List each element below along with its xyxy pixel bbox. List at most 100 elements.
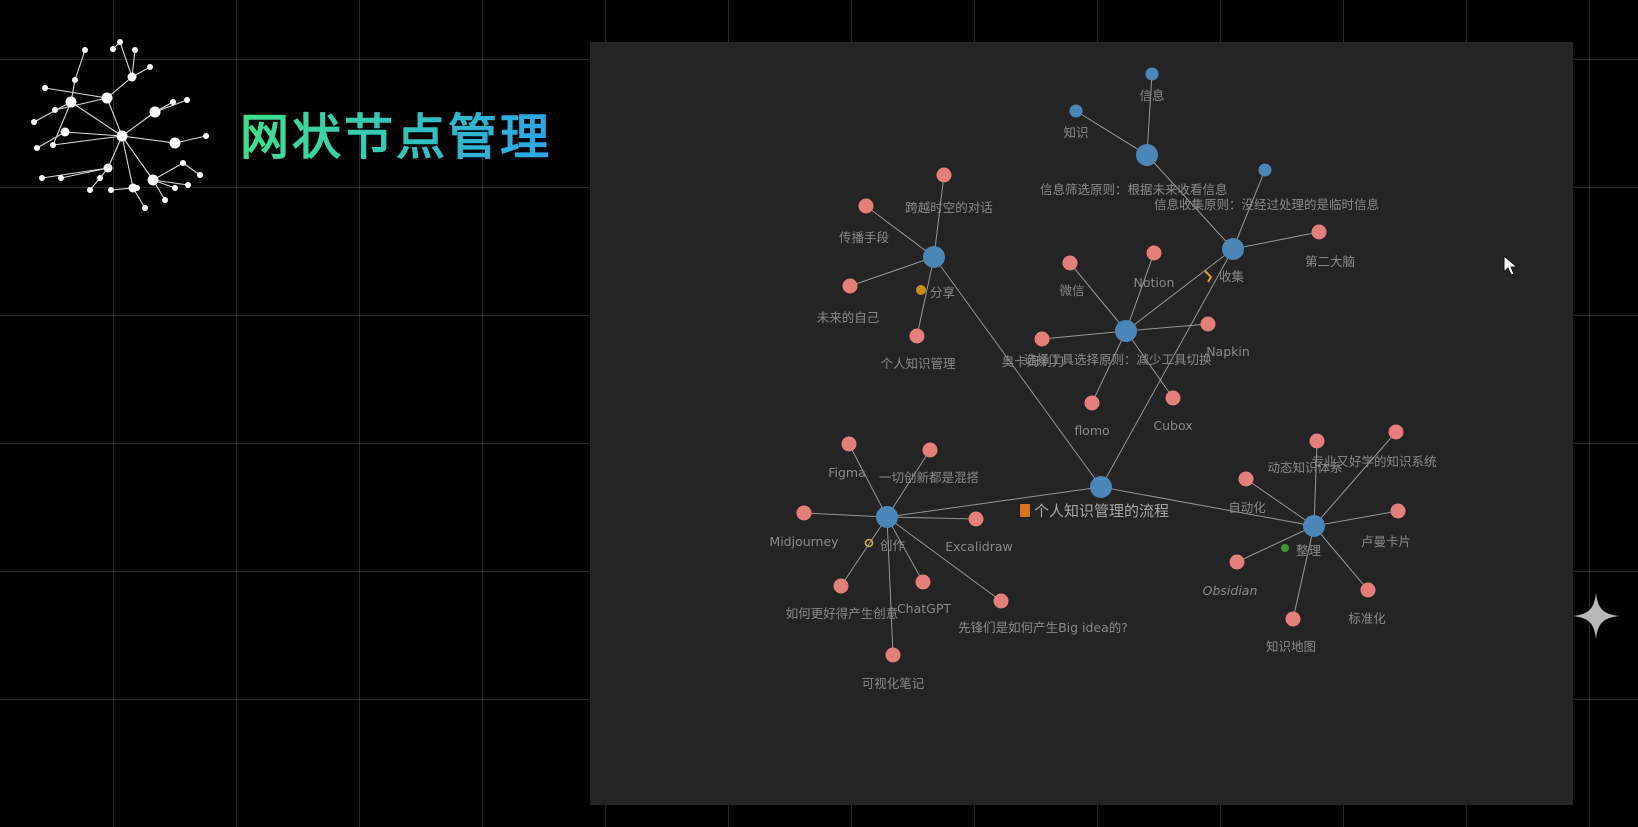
bulb-icon <box>864 538 874 548</box>
graph-node-circle[interactable] <box>1136 144 1158 166</box>
graph-node-circle[interactable] <box>909 328 925 344</box>
graph-edge <box>1313 510 1399 527</box>
graph-node-midjourney[interactable]: Midjourney <box>769 505 839 550</box>
graph-node-circle[interactable] <box>922 442 938 458</box>
graph-node-circle[interactable] <box>1390 503 1406 519</box>
graph-node-label: 信息收集原则：没经过处理的是临时信息 <box>1154 197 1379 212</box>
graph-node-circle[interactable] <box>841 436 857 452</box>
graph-node-circle[interactable] <box>936 167 952 183</box>
sparkle-icon <box>1573 593 1619 639</box>
graph-node-label: 知识 <box>1063 125 1088 140</box>
graph-node-circle[interactable] <box>1309 433 1325 449</box>
mouse-cursor-icon <box>1503 255 1519 276</box>
graph-node-circle[interactable] <box>923 246 945 268</box>
graph-node-knowledge[interactable]: 知识 <box>1063 104 1089 141</box>
graph-node-circle[interactable] <box>842 278 858 294</box>
graph-node-big-idea[interactable]: 先锋们是如何产生Big idea的? <box>958 593 1128 636</box>
graph-node-circle[interactable] <box>1303 515 1325 537</box>
knowledge-graph[interactable]: 个人知识管理的流程收集选择工具选择原则：减少工具切换分享创作 整理信息筛选原则：根… <box>590 42 1573 805</box>
graph-node-cubox[interactable]: Cubox <box>1153 390 1193 434</box>
graph-node-chatgpt[interactable]: ChatGPT <box>897 574 951 617</box>
graph-node-napkin[interactable]: Napkin <box>1200 316 1250 360</box>
graph-node-circle[interactable] <box>876 506 898 528</box>
graph-node-label: 个人知识管理 <box>880 356 956 371</box>
graph-node-label: Obsidian <box>1203 583 1258 598</box>
graph-node-circle[interactable] <box>1146 245 1162 261</box>
graph-node-share[interactable]: 分享 <box>916 246 955 300</box>
graph-node-mindmap[interactable]: 知识地图 <box>1266 611 1316 655</box>
graph-edge <box>1292 525 1315 620</box>
graph-node-remix[interactable]: 一切创新都是混搭 <box>879 442 980 486</box>
note-icon <box>1020 504 1030 517</box>
graph-node-info[interactable]: 信息 <box>1139 67 1165 104</box>
graph-node-circle[interactable] <box>1165 390 1181 406</box>
graph-node-circle[interactable] <box>1222 238 1244 260</box>
graph-node-circle[interactable] <box>1229 554 1245 570</box>
graph-node-create[interactable]: 创作 <box>864 506 906 553</box>
graph-edge <box>1313 431 1397 527</box>
graph-node-label: ChatGPT <box>897 601 951 616</box>
graph-node-circle[interactable] <box>1090 476 1112 498</box>
graph-node-label: 个人知识管理的流程 <box>1034 502 1169 520</box>
graph-node-circle[interactable] <box>968 511 984 527</box>
graph-node-circle[interactable] <box>1062 255 1078 271</box>
graph-node-circle[interactable] <box>1034 331 1050 347</box>
graph-node-circle[interactable] <box>1200 316 1216 332</box>
graph-node-label: Midjourney <box>769 534 839 549</box>
graph-node-label: 自动化 <box>1228 500 1266 515</box>
graph-node-circle[interactable] <box>833 578 849 594</box>
graph-node-circle[interactable] <box>885 647 901 663</box>
graph-node-circle[interactable] <box>1238 471 1254 487</box>
graph-node-notion[interactable]: Notion <box>1134 245 1175 291</box>
graph-node-circle[interactable] <box>1084 395 1100 411</box>
graph-node-circle[interactable] <box>858 198 874 214</box>
graph-edge <box>1125 323 1209 332</box>
graph-node-second-brain[interactable]: 第二大脑 <box>1305 224 1355 270</box>
graph-node-future-self[interactable]: 未来的自己 <box>817 278 880 326</box>
graph-node-label: 卢曼卡片 <box>1361 534 1411 549</box>
network-graph-icon <box>31 39 209 211</box>
graph-node-zettel[interactable]: 卢曼卡片 <box>1361 503 1411 550</box>
graph-node-label: 跨越时空的对话 <box>905 200 993 215</box>
graph-node-pkm[interactable]: 个人知识管理 <box>880 328 956 372</box>
graph-node-circle[interactable] <box>1115 320 1137 342</box>
graph-node-flomo[interactable]: flomo <box>1074 395 1110 439</box>
graph-node-circle[interactable] <box>915 574 931 590</box>
graph-node-root[interactable]: 个人知识管理的流程 <box>1020 476 1169 520</box>
graph-node-label: 知识地图 <box>1266 639 1316 654</box>
graph-node-figma[interactable]: Figma <box>828 436 866 481</box>
tag-icon <box>1204 270 1213 283</box>
graph-node-circle[interactable] <box>796 505 812 521</box>
graph-node-circle[interactable] <box>1145 67 1159 81</box>
graph-edge <box>1041 330 1127 340</box>
graph-view-panel[interactable]: 个人知识管理的流程 收集 选择工具选择原则：减少工具切换 分享 创作 整理 信息筛选原则：根… <box>590 42 1573 805</box>
graph-node-thoughts[interactable]: 奥卡姆剃刀 <box>1002 331 1065 370</box>
graph-node-excalidraw[interactable]: Excalidraw <box>945 511 1013 555</box>
graph-node-spread[interactable]: 传播手段 <box>839 198 889 246</box>
graph-node-circle[interactable] <box>993 593 1009 609</box>
graph-edge <box>1125 248 1234 332</box>
graph-node-circle[interactable] <box>1069 104 1083 118</box>
graph-edge <box>1313 525 1369 591</box>
leaf-icon <box>1281 544 1289 552</box>
graph-node-circle[interactable] <box>1388 424 1404 440</box>
graph-node-automation[interactable]: 自动化 <box>1228 471 1266 516</box>
graph-node-circle[interactable] <box>1360 582 1376 598</box>
graph-node-label: 收集 <box>1219 269 1245 284</box>
graph-edge <box>803 512 888 518</box>
graph-node-collect[interactable]: 收集 <box>1204 238 1245 284</box>
graph-node-circle[interactable] <box>1311 224 1327 240</box>
graph-node-standard[interactable]: 标准化 <box>1348 582 1386 627</box>
graph-node-circle[interactable] <box>1285 611 1301 627</box>
graph-node-circle[interactable] <box>1258 163 1272 177</box>
graph-node-label: 可视化笔记 <box>862 676 925 691</box>
graph-edge <box>849 256 935 287</box>
graph-node-dialog[interactable]: 跨越时空的对话 <box>905 167 993 216</box>
graph-node-filter[interactable]: 信息筛选原则：根据未来收看信息 <box>1040 144 1228 197</box>
graph-node-obsidian[interactable]: Obsidian <box>1203 554 1258 599</box>
graph-node-visual-notes[interactable]: 可视化笔记 <box>862 647 925 692</box>
graph-node-better-idea[interactable]: 如何更好得产生创意 <box>786 578 899 622</box>
graph-node-label: Figma <box>828 465 866 480</box>
graph-node-label: 一切创新都是混搭 <box>879 470 980 485</box>
graph-edge <box>933 174 945 258</box>
